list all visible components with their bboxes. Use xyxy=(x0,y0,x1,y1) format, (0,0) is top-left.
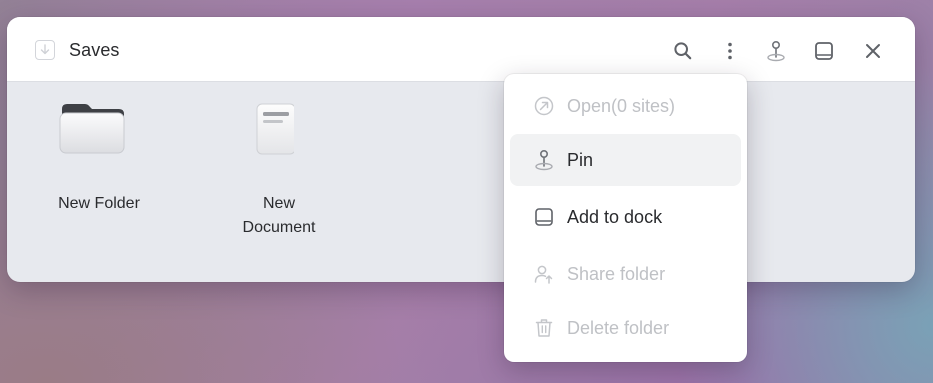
title-bar: Saves xyxy=(7,17,915,82)
menu-item-label: Share folder xyxy=(567,263,666,284)
pin-icon xyxy=(767,40,785,62)
folder-label: New Folder xyxy=(58,195,140,212)
menu-item-delete-folder[interactable]: Delete folder xyxy=(510,302,741,354)
search-icon xyxy=(674,42,692,60)
document-label-line2: Document xyxy=(242,219,316,236)
more-options-button[interactable] xyxy=(717,38,743,64)
context-menu: Open(0 sites) Pin Add to dock Share fold… xyxy=(504,74,747,362)
pin-icon xyxy=(535,149,553,171)
pin-button[interactable] xyxy=(763,38,789,64)
trash-icon xyxy=(535,319,553,337)
document-icon xyxy=(256,103,294,155)
download-icon xyxy=(35,40,55,60)
file-window: Saves xyxy=(7,17,915,282)
close-icon xyxy=(866,44,880,58)
menu-item-label: Pin xyxy=(567,149,594,170)
more-vertical-icon xyxy=(728,42,732,60)
search-button[interactable] xyxy=(670,38,696,64)
window-title: Saves xyxy=(69,40,120,60)
menu-item-pin[interactable]: Pin xyxy=(510,134,741,186)
share-user-icon xyxy=(534,265,553,284)
menu-item-add-to-dock[interactable]: Add to dock xyxy=(510,191,741,243)
folder-icon xyxy=(59,104,125,154)
menu-item-label: Add to dock xyxy=(567,206,663,227)
document-label: New Document xyxy=(220,192,338,240)
menu-item-label: Delete folder xyxy=(567,317,670,338)
menu-item-share-folder[interactable]: Share folder xyxy=(510,248,741,300)
dock-icon xyxy=(535,208,553,226)
open-external-icon xyxy=(534,96,554,116)
menu-item-open[interactable]: Open(0 sites) xyxy=(510,80,741,132)
dock-button[interactable] xyxy=(811,38,837,64)
dock-icon xyxy=(815,42,833,60)
document-label-line1: New xyxy=(262,195,295,212)
menu-item-label: Open(0 sites) xyxy=(567,95,676,116)
close-button[interactable] xyxy=(860,38,886,64)
